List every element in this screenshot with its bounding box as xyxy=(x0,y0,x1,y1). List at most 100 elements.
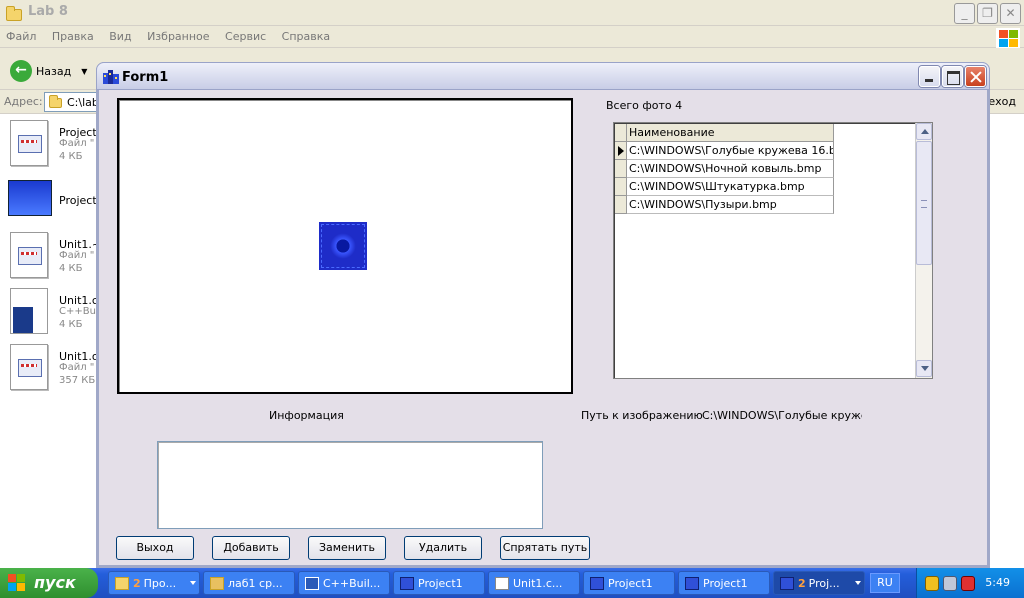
back-label: Назад xyxy=(36,64,72,78)
paint-icon xyxy=(210,577,224,590)
taskbar-button-project-group[interactable]: 2 Proj... xyxy=(773,571,865,595)
grid-column-header[interactable]: Наименование xyxy=(627,124,834,142)
photo-count-label: Всего фото 4 xyxy=(606,99,683,112)
menu-tools[interactable]: Сервис xyxy=(219,26,272,43)
row-indicator-icon xyxy=(615,142,627,160)
project-icon xyxy=(685,577,699,590)
document-icon xyxy=(10,344,48,390)
explorer-maximize-button[interactable]: ❐ xyxy=(977,3,998,24)
maximize-button[interactable] xyxy=(942,66,963,87)
table-row[interactable]: C:\WINDOWS\Голубые кружева 16.bmp xyxy=(615,142,834,160)
row-indicator xyxy=(615,196,627,214)
table-row[interactable]: C:\WINDOWS\Ночной ковыль.bmp xyxy=(615,160,834,178)
scroll-down-icon[interactable] xyxy=(916,360,932,377)
replace-button[interactable]: Заменить xyxy=(308,536,386,560)
folder-icon xyxy=(115,577,129,590)
project-icon xyxy=(590,577,604,590)
windows-logo-icon xyxy=(996,28,1020,48)
security-icon[interactable] xyxy=(943,576,957,591)
form1-title: Form1 xyxy=(122,70,169,85)
taskbar-button-project1[interactable]: Project1 xyxy=(583,571,675,595)
grid-corner xyxy=(615,124,627,142)
shield-icon[interactable] xyxy=(925,576,939,591)
taskbar-button-paint[interactable]: лаб1 ср... xyxy=(203,571,295,595)
form1-window: Form1 Всего фото 4 Наименование C:\WINDO… xyxy=(96,62,990,568)
cpp-file-icon xyxy=(10,288,48,334)
taskbar-button-unit1[interactable]: Unit1.c... xyxy=(488,571,580,595)
back-arrow-icon: ← xyxy=(10,60,32,82)
back-dropdown-icon[interactable]: ▼ xyxy=(81,67,87,76)
start-button[interactable]: пуск xyxy=(0,568,98,598)
taskbar-button-project1[interactable]: Project1 xyxy=(678,571,770,595)
image-preview xyxy=(117,98,573,394)
system-tray: 5:49 xyxy=(916,568,1024,598)
document-icon xyxy=(10,232,48,278)
explorer-title: Lab 8 xyxy=(28,4,68,19)
image-thumbnail xyxy=(319,222,367,270)
list-item[interactable]: Unit1.cp C++Bu 4 КБ xyxy=(8,284,105,340)
grid-scrollbar[interactable] xyxy=(915,123,932,378)
menu-file[interactable]: Файл xyxy=(0,26,42,43)
cbuilder-icon xyxy=(305,577,319,590)
path-label: Путь к изображению xyxy=(581,409,703,422)
minimize-button[interactable] xyxy=(919,66,940,87)
scroll-up-icon[interactable] xyxy=(916,123,932,140)
grid-cell[interactable]: C:\WINDOWS\Штукатурка.bmp xyxy=(627,178,834,196)
address-label: Адрес: xyxy=(4,95,43,108)
scroll-thumb[interactable] xyxy=(916,141,932,265)
address-value: C:\lab xyxy=(67,96,99,109)
chevron-down-icon xyxy=(190,581,196,585)
address-input[interactable]: C:\lab xyxy=(44,92,104,112)
folder-icon xyxy=(49,95,62,108)
menu-favorites[interactable]: Избранное xyxy=(141,26,215,43)
taskbar-button-explorer[interactable]: 2 Про... xyxy=(108,571,200,595)
photo-grid[interactable]: Наименование C:\WINDOWS\Голубые кружева … xyxy=(613,122,933,379)
list-item[interactable]: Project Файл " 4 КБ xyxy=(8,116,97,172)
taskbar: пуск 2 Про... лаб1 ср... C++Buil... Proje… xyxy=(0,568,1024,598)
grid-header-row: Наименование xyxy=(615,124,834,142)
project-icon xyxy=(8,180,52,216)
info-memo[interactable] xyxy=(157,441,543,529)
language-indicator[interactable]: RU xyxy=(870,573,900,593)
start-label: пуск xyxy=(34,573,76,592)
clock: 5:49 xyxy=(985,576,1010,589)
info-label: Информация xyxy=(269,409,344,422)
list-item[interactable]: Unit1.~ Файл " 4 КБ xyxy=(8,228,101,284)
table-row[interactable]: C:\WINDOWS\Штукатурка.bmp xyxy=(615,178,834,196)
windows-logo-icon xyxy=(8,574,26,592)
hide-path-button[interactable]: Спрятать путь xyxy=(500,536,590,560)
exit-button[interactable]: Выход xyxy=(116,536,194,560)
back-button[interactable]: ← Назад ▼ xyxy=(10,60,87,82)
explorer-titlebar[interactable]: Lab 8 _ ❐ ✕ xyxy=(0,0,1024,26)
explorer-close-button[interactable]: ✕ xyxy=(1000,3,1021,24)
project-icon xyxy=(400,577,414,590)
table-row[interactable]: C:\WINDOWS\Пузыри.bmp xyxy=(615,196,834,214)
grid-cell[interactable]: C:\WINDOWS\Пузыри.bmp xyxy=(627,196,834,214)
cbuilder-app-icon xyxy=(103,70,119,84)
menu-view[interactable]: Вид xyxy=(103,26,137,43)
explorer-minimize-button[interactable]: _ xyxy=(954,3,975,24)
delete-button[interactable]: Удалить xyxy=(404,536,482,560)
antivirus-icon[interactable] xyxy=(961,576,975,591)
document-icon xyxy=(10,120,48,166)
project-icon xyxy=(780,577,794,590)
grid-cell[interactable]: C:\WINDOWS\Голубые кружева 16.bmp xyxy=(627,142,834,160)
form1-titlebar[interactable]: Form1 xyxy=(96,62,990,90)
list-item[interactable]: Project xyxy=(8,174,97,230)
add-button[interactable]: Добавить xyxy=(212,536,290,560)
row-indicator xyxy=(615,160,627,178)
folder-icon xyxy=(6,6,22,21)
explorer-menubar: Файл Правка Вид Избранное Сервис Справка xyxy=(0,26,1024,48)
close-button[interactable] xyxy=(965,66,986,87)
path-value: C:\WINDOWS\Голубые кружева xyxy=(702,409,862,422)
grid-cell[interactable]: C:\WINDOWS\Ночной ковыль.bmp xyxy=(627,160,834,178)
chevron-down-icon xyxy=(855,581,861,585)
taskbar-button-cbuilder[interactable]: C++Buil... xyxy=(298,571,390,595)
file-list: Project Файл " 4 КБ Project Unit1.~ Файл… xyxy=(0,114,105,568)
row-indicator xyxy=(615,178,627,196)
list-item[interactable]: Unit1.o Файл " 357 КБ xyxy=(8,340,99,396)
menu-help[interactable]: Справка xyxy=(276,26,336,43)
menu-edit[interactable]: Правка xyxy=(46,26,100,43)
taskbar-button-project1[interactable]: Project1 xyxy=(393,571,485,595)
document-icon xyxy=(495,577,509,590)
